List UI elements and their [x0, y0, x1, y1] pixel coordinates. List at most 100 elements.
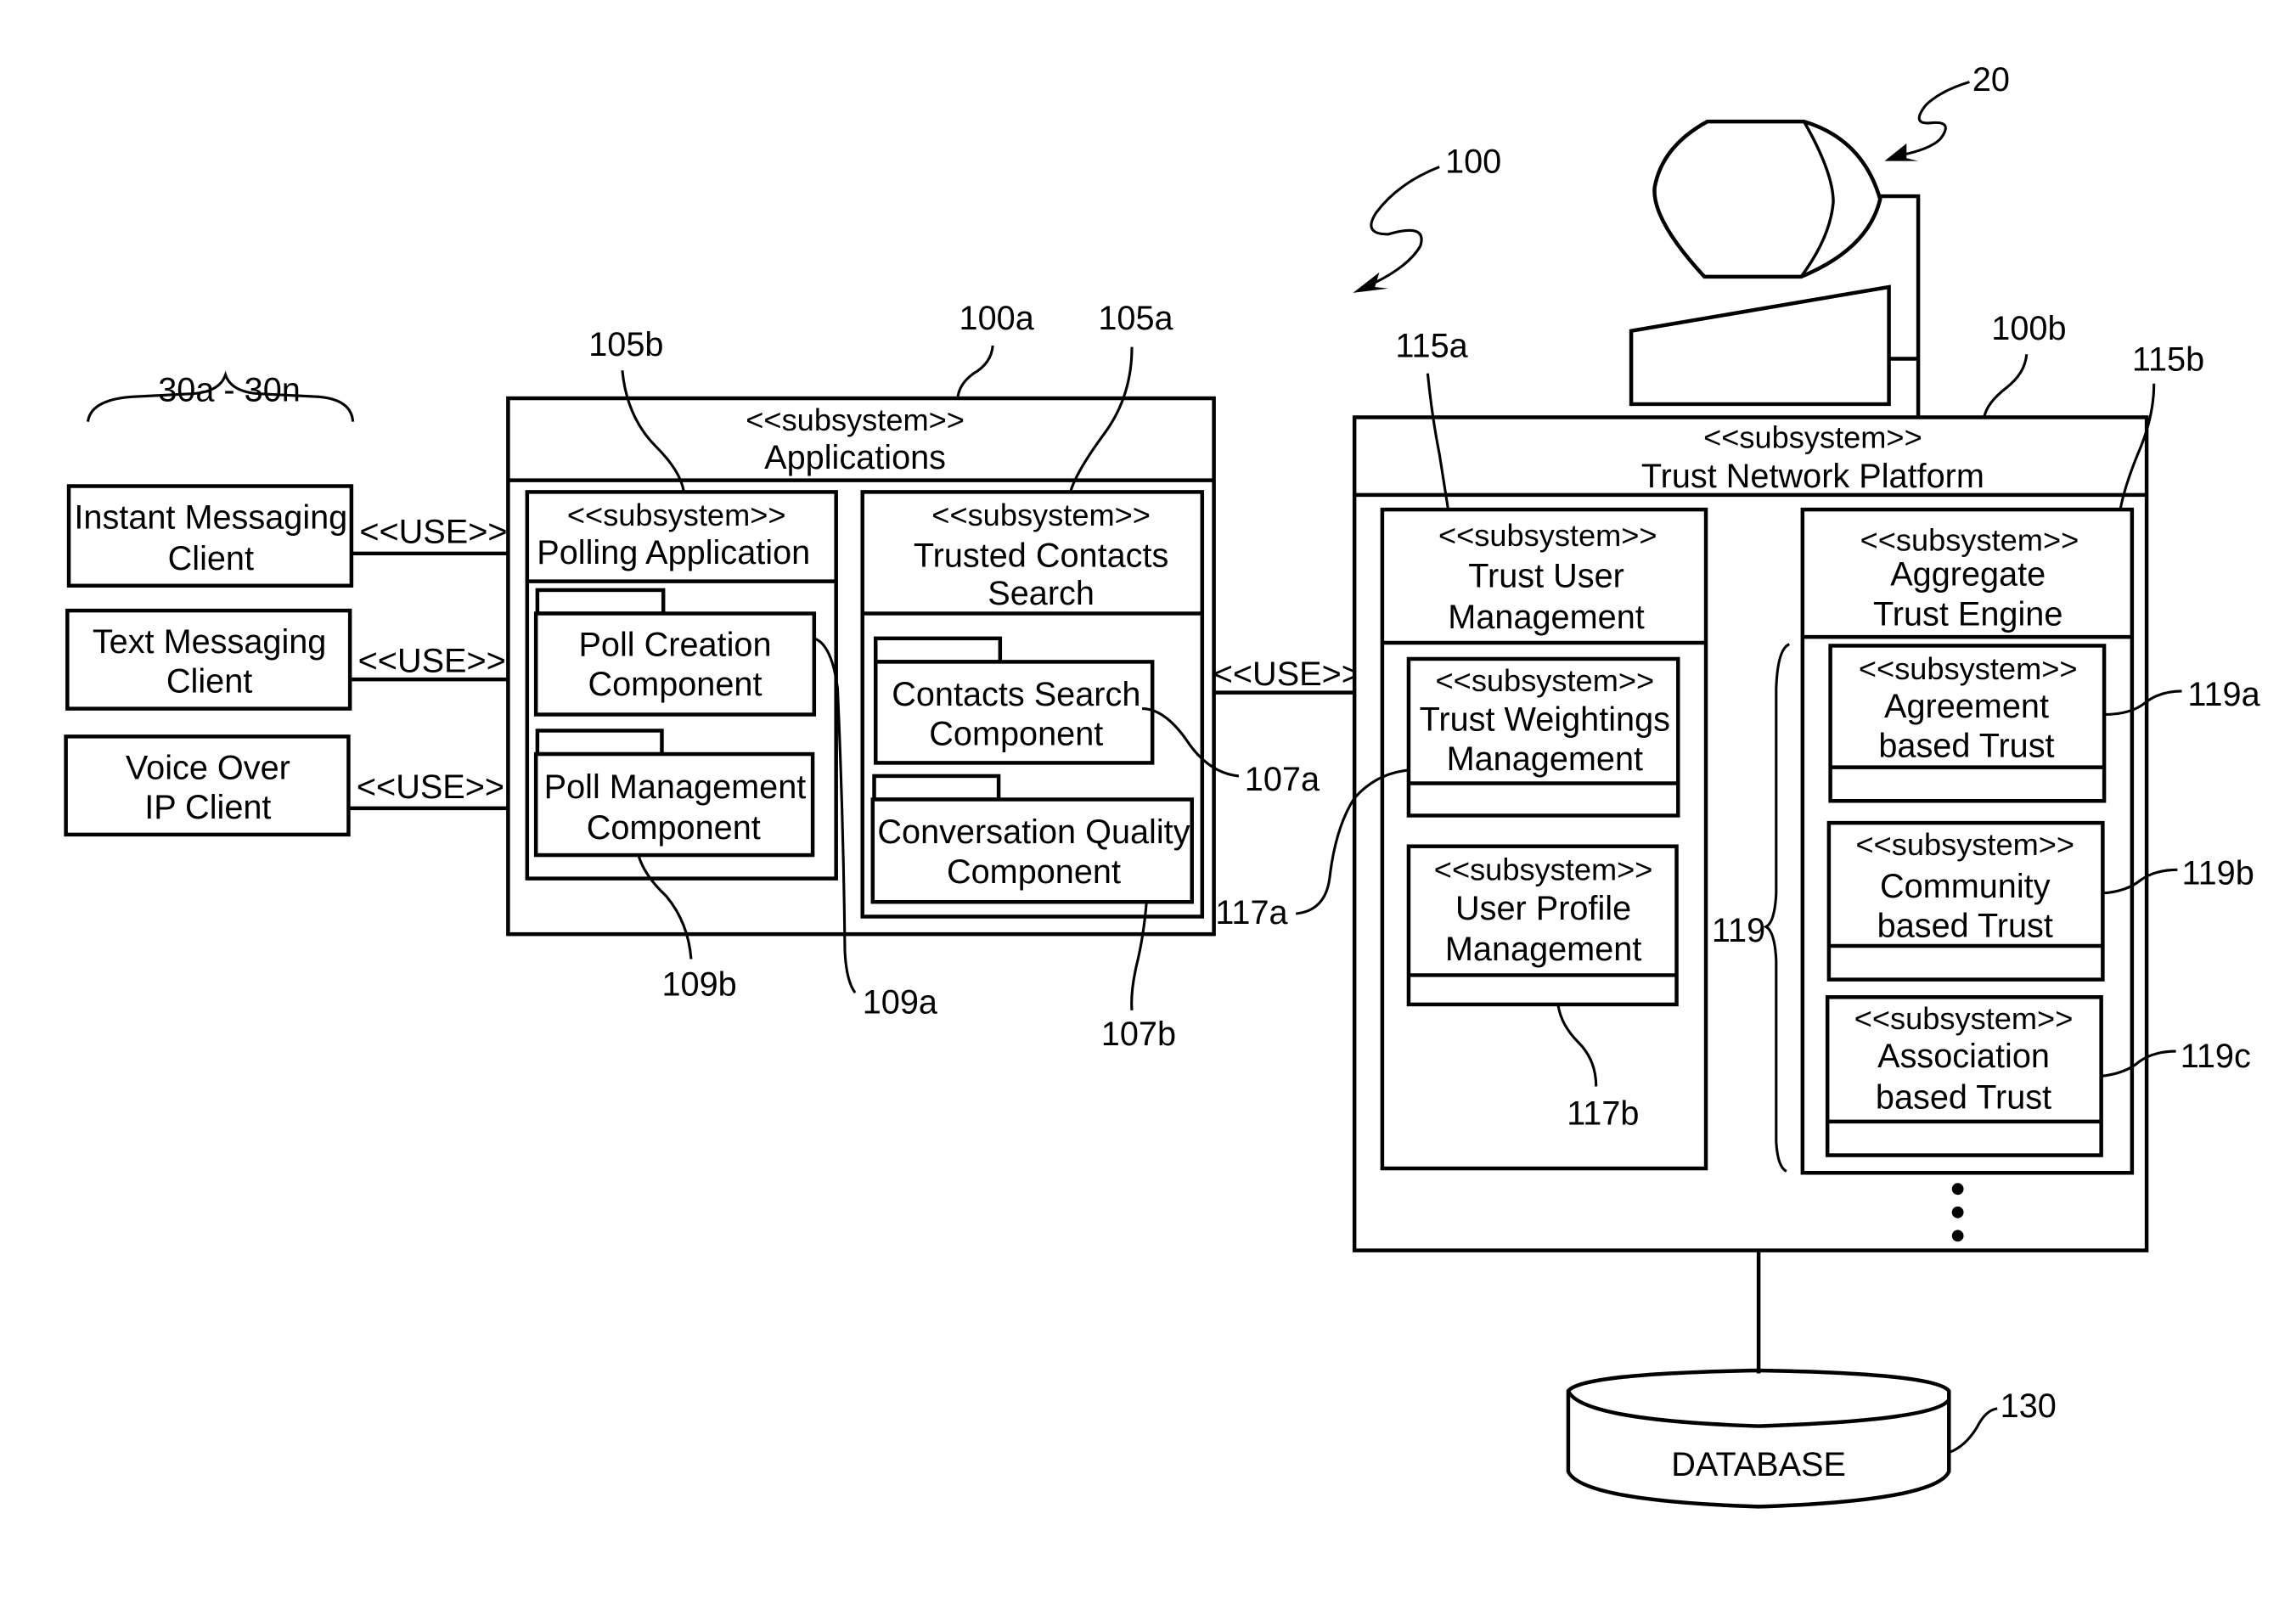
subsystem-label-line2: Management	[1447, 740, 1643, 778]
clients-group: 30a - 30n Instant Messaging Client Text …	[64, 370, 509, 837]
database-cylinder-top-edge	[1566, 1390, 1951, 1428]
ref-label-platform: 100b	[1991, 310, 2066, 347]
ref-label-computer: 20	[1972, 61, 2010, 98]
subsystem-stereotype: <<subsystem>>	[1436, 663, 1655, 698]
use-label-voip: <<USE>>	[357, 768, 504, 806]
ref-label-trust-engines: 119	[1712, 912, 1765, 949]
component-label-line2: Component	[947, 853, 1121, 891]
client-label-line1: Text Messaging	[93, 623, 327, 661]
diagram-canvas: 30a - 30n Instant Messaging Client Text …	[0, 0, 2296, 1615]
ref-label-clients: 30a - 30n	[158, 371, 301, 408]
ref-label-trust-weightings: 117a	[1215, 894, 1288, 931]
subsystem-label-line2: based Trust	[1876, 1078, 2051, 1116]
agreement-based-trust-subsystem: <<subsystem>> Agreement based Trust	[1828, 644, 2107, 803]
ref-label-aggregate: 115b	[2132, 340, 2204, 378]
system-squiggle-arrow	[1370, 166, 1440, 285]
user-profile-management-subsystem: <<subsystem>> User Profile Management	[1406, 844, 1679, 1007]
client-label-line2: Client	[168, 540, 254, 577]
ref-label-user-profile: 117b	[1567, 1094, 1639, 1132]
client-label-line2: Client	[166, 663, 252, 701]
community-based-trust-subsystem: <<subsystem>> Community based Trust	[1826, 820, 2105, 982]
ref-label-trust-user: 115a	[1395, 328, 1468, 365]
aggregate-title-line2: Trust Engine	[1873, 595, 2062, 633]
applications-subsystem: <<subsystem>> Applications 100a <<subsys…	[506, 300, 1320, 1053]
system-ref-100: 100	[1353, 143, 1501, 293]
subsystem-label-line2: Management	[1445, 931, 1641, 968]
database-group: DATABASE 130	[1566, 1250, 2057, 1509]
trusted-contacts-title-line1: Trusted Contacts	[914, 537, 1168, 574]
aggregate-title-line1: Aggregate	[1890, 556, 2046, 594]
subsystem-label-line1: Community	[1880, 868, 2051, 905]
platform-title: Trust Network Platform	[1641, 458, 1984, 495]
database-cylinder-icon	[1566, 1368, 1951, 1509]
component-label-line1: Poll Management	[544, 768, 807, 806]
aggregate-stereotype: <<subsystem>>	[1860, 522, 2079, 557]
polling-stereotype: <<subsystem>>	[567, 498, 786, 532]
system-arrowhead-icon	[1353, 272, 1388, 293]
monitor-screen-curve	[1799, 121, 1835, 278]
component-label-line2: Component	[929, 716, 1103, 753]
trust-user-title-line1: Trust User	[1468, 557, 1624, 594]
ellipsis-dot	[1951, 1183, 1964, 1196]
ref-label-community: 119b	[2181, 855, 2254, 892]
trust-user-stereotype: <<subsystem>>	[1438, 518, 1657, 553]
trusted-contacts-title-line2: Search	[988, 575, 1095, 612]
ref-label-polling: 105b	[588, 326, 663, 363]
association-based-trust-subsystem: <<subsystem>> Association based Trust	[1825, 995, 2103, 1157]
component-label-line1: Conversation Quality	[877, 813, 1190, 851]
subsystem-stereotype: <<subsystem>>	[1434, 852, 1653, 886]
leader-database	[1948, 1407, 1998, 1455]
subsystem-label-line1: Agreement	[1884, 688, 2049, 725]
ref-label-contacts-search: 107a	[1245, 761, 1320, 798]
ref-label-association: 119c	[2181, 1038, 2251, 1075]
use-label-text: <<USE>>	[358, 642, 506, 679]
subsystem-label-line1: Association	[1877, 1038, 2050, 1075]
ref-label-conversation-quality: 107b	[1101, 1016, 1176, 1053]
ref-label-system: 100	[1445, 143, 1501, 180]
platform-stereotype: <<subsystem>>	[1703, 420, 1922, 455]
keyboard-base-icon	[1629, 284, 1891, 407]
applications-title: Applications	[764, 439, 946, 476]
architecture-diagram: 30a - 30n Instant Messaging Client Text …	[64, 61, 2261, 1509]
client-label-line2: IP Client	[144, 789, 271, 826]
subsystem-label-line1: User Profile	[1455, 890, 1631, 927]
trust-weightings-management-subsystem: <<subsystem>> Trust Weightings Managemen…	[1406, 656, 1680, 818]
ref-label-poll-creation: 109a	[863, 983, 938, 1021]
ref-label-agreement: 119a	[2187, 676, 2260, 713]
computer-icon: 20	[1629, 61, 2010, 416]
ellipsis-dot	[1951, 1206, 1964, 1218]
component-label-line1: Contacts Search	[892, 676, 1140, 713]
ref-label-trusted-contacts: 105a	[1098, 300, 1173, 337]
leader-applications	[956, 345, 994, 399]
component-label-line2: Component	[587, 809, 761, 847]
trusted-contacts-stereotype: <<subsystem>>	[931, 498, 1151, 532]
leader-platform	[1983, 354, 2029, 418]
subsystem-stereotype: <<subsystem>>	[1854, 1001, 2074, 1036]
client-label-line1: Voice Over	[126, 749, 290, 786]
component-label-line2: Component	[588, 666, 762, 703]
trust-network-platform-subsystem: <<subsystem>> Trust Network Platform 100…	[1215, 310, 2261, 1252]
database-label: DATABASE	[1671, 1446, 1846, 1483]
component-tab	[535, 588, 666, 616]
use-label-platform: <<USE>>	[1213, 656, 1361, 693]
subsystem-label-line1: Trust Weightings	[1420, 701, 1670, 738]
trust-user-title-line2: Management	[1448, 599, 1644, 636]
component-label-line1: Poll Creation	[578, 627, 771, 664]
monitor-icon	[1652, 119, 1882, 279]
subsystem-label-line2: based Trust	[1877, 908, 2053, 945]
client-instant-messaging: Instant Messaging Client	[66, 484, 354, 588]
ellipsis-dot	[1951, 1230, 1964, 1242]
ref-label-applications: 100a	[959, 300, 1035, 337]
client-label-line1: Instant Messaging	[74, 499, 347, 537]
ref-label-poll-management: 109b	[661, 966, 736, 1004]
subsystem-label-line2: based Trust	[1878, 728, 2054, 765]
ref-label-database: 130	[2001, 1387, 2057, 1425]
computer-squiggle-arrow	[1900, 81, 1970, 157]
subsystem-stereotype: <<subsystem>>	[1859, 651, 2078, 686]
use-label-im: <<USE>>	[359, 514, 507, 551]
component-tab	[535, 729, 664, 757]
polling-title: Polling Application	[537, 534, 810, 571]
component-tab	[874, 636, 1003, 664]
client-voip: Voice Over IP Client	[64, 734, 351, 837]
component-tab	[872, 774, 1001, 802]
